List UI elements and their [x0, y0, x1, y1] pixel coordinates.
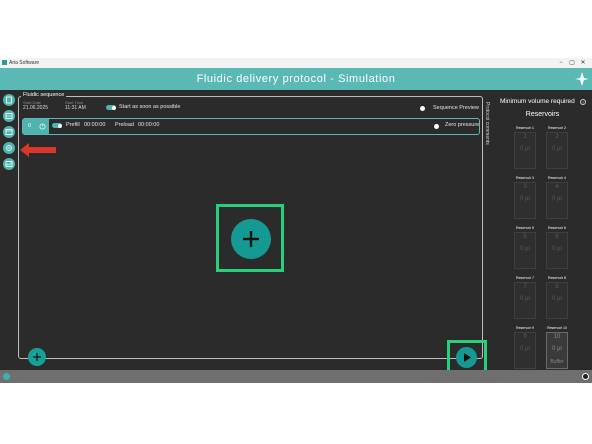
window-titlebar: Aria Software − ▢ ✕ [0, 58, 592, 68]
reservoir-name: Reservoir 3 [516, 176, 534, 180]
reservoir-name: Reservoir 2 [548, 126, 566, 130]
reservoir-number: 9 [523, 334, 527, 340]
reservoir-name: Reservoir 7 [516, 276, 534, 280]
window-title: Aria Software [9, 60, 40, 66]
prefill-time: 00:00:00 [84, 122, 106, 128]
page-header: Fluidic delivery protocol - Simulation [0, 68, 592, 90]
reservoir-number: 2 [555, 134, 559, 140]
reservoir-card[interactable]: Reservoir 2 2 0 µl [546, 126, 568, 170]
reservoir-volume: 0 µl [520, 346, 530, 352]
start-time-field[interactable]: 11:31 AM [65, 105, 86, 111]
protocol-icon [6, 96, 12, 104]
reservoir-card[interactable]: Reservoir 5 5 0 µl [514, 226, 536, 270]
connection-status-icon[interactable] [3, 373, 10, 380]
reservoir-card[interactable]: Reservoir 8 8 0 µl [546, 276, 568, 320]
sequence-preview-label: Sequence Preview [433, 105, 479, 111]
reservoir-card[interactable]: Reservoir 1 1 0 µl [514, 126, 536, 170]
play-icon [464, 353, 471, 362]
reservoir-card[interactable]: Reservoir 3 3 0 µl [514, 176, 536, 220]
sidebar-item-layers[interactable] [3, 110, 15, 122]
reservoir-number: 5 [523, 234, 527, 240]
reservoir-name: Reservoir 8 [548, 276, 566, 280]
reservoir-name: Reservoir 5 [516, 226, 534, 230]
app-window: Aria Software − ▢ ✕ Fluidic delivery pro… [0, 58, 592, 383]
minimize-button[interactable]: − [556, 58, 566, 68]
add-sequence-button[interactable] [28, 348, 46, 366]
app-logo-icon [2, 60, 7, 65]
protocol-comments-tab[interactable]: Protocol comments [482, 102, 492, 162]
sidebar [0, 90, 18, 370]
start-simulation-button[interactable] [456, 347, 477, 368]
reservoir-number: 6 [555, 234, 559, 240]
fluidic-sequence-legend: Fluidic sequence [21, 92, 67, 99]
plus-icon [33, 353, 41, 361]
reservoir-number: 1 [523, 134, 527, 140]
reservoir-volume: 0 µl [520, 246, 530, 252]
preload-time: 00:00:00 [138, 122, 160, 128]
reservoir-volume: 0 µl [520, 196, 530, 202]
prefill-label: Prefill [66, 122, 80, 128]
reservoir-volume: 0 µl [520, 296, 530, 302]
sidebar-item-calendar[interactable] [3, 126, 15, 138]
reservoir-fluid-name: Buffer [550, 359, 564, 365]
close-button[interactable]: ✕ [578, 58, 588, 68]
reservoirs-title: Reservoirs [525, 111, 560, 118]
reservoir-name: Reservoir 10 [547, 326, 567, 330]
sequence-preview-radio[interactable] [420, 106, 425, 111]
status-bar [0, 370, 592, 383]
reservoir-number: 10 [553, 334, 561, 340]
start-asap-label: Start as soon as possible [119, 104, 181, 110]
reservoir-volume: 0 µl [552, 296, 562, 302]
reservoir-number: 7 [523, 284, 527, 290]
reservoir-volume: 0 µl [520, 146, 530, 152]
reservoir-card[interactable]: Reservoir 10 10 0 µl Buffer [546, 326, 568, 370]
reservoir-number: 3 [523, 184, 527, 190]
reservoir-volume: 0 µl [552, 246, 562, 252]
add-step-button[interactable] [231, 219, 271, 259]
plus-icon [243, 231, 259, 247]
info-icon[interactable]: ? [580, 99, 586, 105]
chart-icon [5, 161, 13, 167]
reservoir-card[interactable]: Reservoir 6 6 0 µl [546, 226, 568, 270]
device-status-icon[interactable] [582, 373, 589, 380]
settings-icon [6, 145, 12, 151]
reservoir-volume: 0 µl [552, 146, 562, 152]
sidebar-item-chart[interactable] [3, 158, 15, 170]
zero-pressure-radio[interactable] [434, 124, 439, 129]
reservoir-name: Reservoir 6 [548, 226, 566, 230]
reservoir-name: Reservoir 1 [516, 126, 534, 130]
reservoir-name: Reservoir 4 [548, 176, 566, 180]
reservoir-card[interactable]: Reservoir 7 7 0 µl [514, 276, 536, 320]
layers-icon [5, 113, 13, 119]
sidebar-item-protocol[interactable] [3, 94, 15, 106]
clock-icon [36, 119, 49, 134]
page-title: Fluidic delivery protocol - Simulation [196, 73, 396, 85]
start-asap-toggle[interactable] [106, 105, 116, 110]
reservoir-number: 8 [555, 284, 559, 290]
reservoir-volume: 0 µl [552, 346, 562, 352]
protocol-comments-label: Protocol comments [484, 102, 490, 145]
prefill-toggle[interactable] [52, 123, 62, 128]
sidebar-item-settings[interactable] [3, 142, 15, 154]
reservoir-card[interactable]: Reservoir 9 9 0 µl [514, 326, 536, 370]
preload-label: Preload [115, 122, 134, 128]
calendar-icon [5, 129, 13, 135]
maximize-button[interactable]: ▢ [567, 58, 577, 68]
reservoir-volume: 0 µl [552, 196, 562, 202]
zero-pressure-label: Zero pressure [445, 122, 480, 128]
min-volume-label: Minimum volume required [500, 98, 575, 105]
reservoir-card[interactable]: Reservoir 4 4 0 µl [546, 176, 568, 220]
reservoir-name: Reservoir 9 [516, 326, 534, 330]
aria-logo-icon [575, 72, 589, 86]
sequence-row-number: 0 [23, 119, 36, 134]
reservoir-number: 4 [555, 184, 559, 190]
start-date-field[interactable]: 21.06.2025 [23, 105, 48, 111]
